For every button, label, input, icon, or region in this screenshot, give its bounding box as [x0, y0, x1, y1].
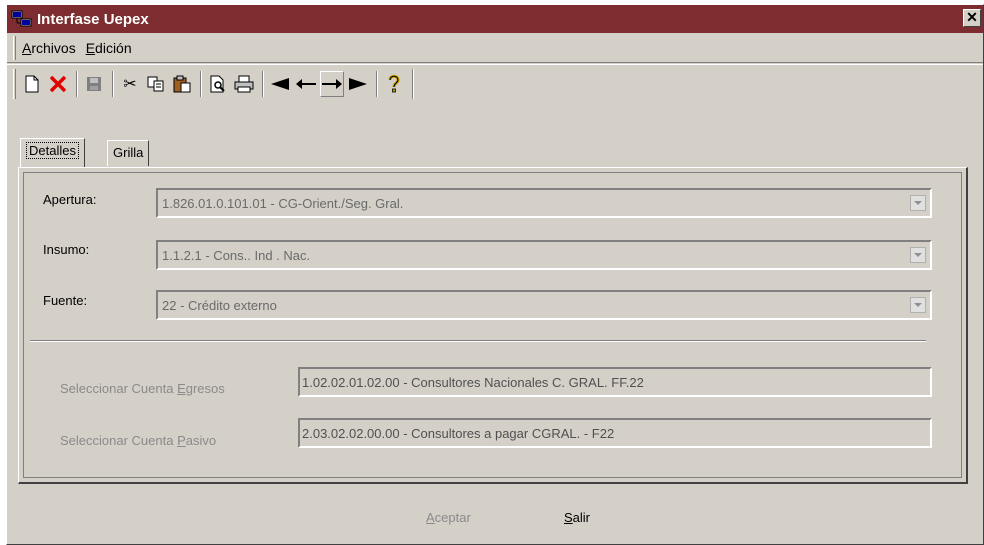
- aceptar-button[interactable]: Aceptar: [426, 510, 471, 525]
- last-record-button[interactable]: [346, 71, 370, 97]
- cut-icon: ✂: [123, 75, 137, 93]
- pasivo-field[interactable]: 2.03.02.02.00.00 - Consultores a pagar C…: [298, 418, 932, 448]
- egresos-field[interactable]: 1.02.02.01.02.00 - Consultores Nacionale…: [298, 367, 932, 397]
- tab-detalles-label: Detalles: [26, 142, 79, 159]
- menu-bar: Archivos Edición: [7, 33, 983, 63]
- new-icon: [25, 75, 39, 92]
- chevron-down-icon[interactable]: [910, 297, 926, 313]
- paste-button[interactable]: [170, 71, 194, 97]
- copy-button[interactable]: [144, 71, 168, 97]
- help-icon: [388, 74, 400, 92]
- help-button[interactable]: [382, 71, 406, 97]
- pasivo-value: 2.03.02.02.00.00 - Consultores a pagar C…: [302, 425, 615, 441]
- menu-edicion[interactable]: Edición: [86, 40, 132, 56]
- chevron-down-icon[interactable]: [910, 195, 926, 211]
- print-button[interactable]: [232, 71, 256, 97]
- print-preview-icon: [210, 75, 225, 92]
- window-title: Interfase Uepex: [37, 10, 149, 28]
- tab-detalles[interactable]: Detalles: [20, 138, 85, 167]
- apertura-label: Apertura:: [43, 192, 97, 207]
- delete-icon: [49, 75, 67, 92]
- toolbar-separator: [112, 70, 114, 97]
- close-button[interactable]: ✕: [963, 9, 981, 27]
- insumo-label: Insumo:: [43, 242, 90, 257]
- fuente-label: Fuente:: [43, 293, 88, 308]
- next-record-button[interactable]: [320, 70, 344, 97]
- save-icon: [87, 76, 101, 91]
- cut-button[interactable]: ✂: [118, 71, 142, 97]
- form-divider: [30, 340, 926, 342]
- egresos-value: 1.02.02.01.02.00 - Consultores Nacionale…: [302, 374, 644, 390]
- delete-button[interactable]: [46, 71, 70, 97]
- fuente-combo[interactable]: 22 - Crédito externo: [156, 290, 932, 320]
- print-icon: [234, 75, 254, 92]
- menu-archivos[interactable]: Archivos: [22, 40, 76, 56]
- save-button[interactable]: [82, 71, 106, 97]
- pasivo-label: Seleccionar Cuenta Pasivo: [60, 433, 217, 448]
- tab-grilla[interactable]: Grilla: [107, 140, 150, 166]
- previous-record-icon: [296, 78, 316, 89]
- apertura-combo[interactable]: 1.826.01.0.101.01 - CG-Orient./Seg. Gral…: [156, 188, 932, 218]
- last-record-icon: [349, 77, 367, 90]
- app-icon: [11, 9, 33, 29]
- salir-button[interactable]: Salir: [564, 510, 590, 525]
- previous-record-button[interactable]: [294, 71, 318, 97]
- menu-grip: [13, 35, 16, 60]
- new-button[interactable]: [20, 71, 44, 97]
- toolbar-grip: [13, 68, 16, 99]
- chevron-down-icon[interactable]: [910, 247, 926, 263]
- print-preview-button[interactable]: [206, 71, 230, 97]
- first-record-icon: [271, 77, 289, 90]
- fuente-value: 22 - Crédito externo: [162, 297, 277, 313]
- title-bar: Interfase Uepex ✕: [7, 5, 983, 33]
- toolbar-separator: [376, 70, 378, 97]
- insumo-combo[interactable]: 1.1.2.1 - Cons.. Ind . Nac.: [156, 240, 932, 270]
- toolbar-separator: [76, 70, 78, 97]
- close-icon: ✕: [966, 9, 978, 25]
- next-record-icon: [322, 78, 342, 89]
- egresos-label: Seleccionar Cuenta Egresos: [60, 381, 225, 396]
- apertura-value: 1.826.01.0.101.01 - CG-Orient./Seg. Gral…: [162, 195, 404, 211]
- toolbar-separator: [262, 70, 264, 97]
- toolbar-end: [412, 68, 414, 99]
- toolbar: ✂: [7, 64, 983, 102]
- first-record-button[interactable]: [268, 71, 292, 97]
- insumo-value: 1.1.2.1 - Cons.. Ind . Nac.: [162, 247, 311, 263]
- toolbar-separator: [200, 70, 202, 97]
- copy-icon: [147, 76, 164, 91]
- paste-icon: [173, 75, 191, 92]
- tab-grilla-label: Grilla: [113, 145, 144, 160]
